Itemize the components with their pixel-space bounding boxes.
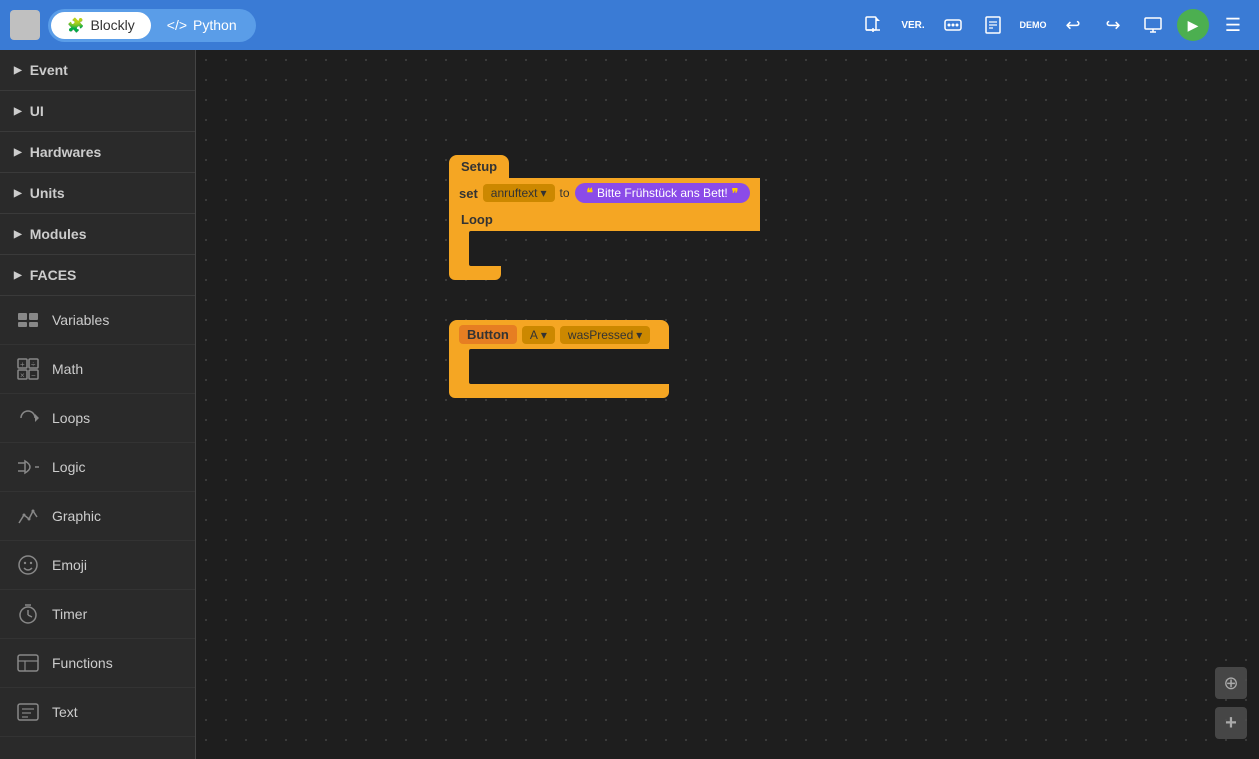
- sidebar-item-logic[interactable]: Logic: [0, 443, 195, 492]
- emoji-icon: [14, 551, 42, 579]
- mode-tabs: 🧩 Blockly </> Python: [48, 9, 256, 42]
- math-icon: + ÷ × −: [14, 355, 42, 383]
- sidebar-category-hardwares[interactable]: ▶ Hardwares: [0, 132, 195, 173]
- undo-button[interactable]: ↩: [1057, 9, 1089, 41]
- button-block[interactable]: Button A ▾ wasPressed ▾: [449, 320, 669, 398]
- sidebar-category-modules-label: Modules: [30, 226, 87, 242]
- sidebar-item-variables-label: Variables: [52, 312, 109, 328]
- main-content: ▶ Event ▶ UI ▶ Hardwares ▶ Units ▶ Modul…: [0, 50, 1259, 759]
- variables-icon: [14, 306, 42, 334]
- sidebar-item-loops-label: Loops: [52, 410, 90, 426]
- sidebar-item-text-label: Text: [52, 704, 78, 720]
- tab-blockly[interactable]: 🧩 Blockly: [51, 12, 151, 39]
- sidebar-item-timer[interactable]: Timer: [0, 590, 195, 639]
- blockly-icon: 🧩: [67, 17, 84, 34]
- ui-arrow-icon: ▶: [14, 106, 22, 117]
- svg-text:÷: ÷: [31, 360, 36, 369]
- sidebar-item-math-label: Math: [52, 361, 83, 377]
- sidebar-category-event-label: Event: [30, 62, 68, 78]
- sidebar-category-faces-label: FACES: [30, 267, 77, 283]
- string-value[interactable]: ❝ Bitte Frühstück ans Bett! ❞: [575, 183, 751, 203]
- anruftext-dropdown[interactable]: anruftext ▾: [483, 184, 555, 202]
- units-arrow-icon: ▶: [14, 188, 22, 199]
- anruftext-label: anruftext: [491, 186, 538, 200]
- sidebar: ▶ Event ▶ UI ▶ Hardwares ▶ Units ▶ Modul…: [0, 50, 196, 759]
- button-method-label: wasPressed: [568, 328, 633, 342]
- header-toolbar: VER. DEMO ↩ ↪ ▶ ☰: [857, 9, 1249, 41]
- button-dropdown-arrow: ▾: [541, 328, 547, 342]
- button-dropdown-value: A: [530, 328, 538, 342]
- sidebar-item-functions-label: Functions: [52, 655, 113, 671]
- faces-arrow-icon: ▶: [14, 270, 22, 281]
- sidebar-item-timer-label: Timer: [52, 606, 87, 622]
- button-tag: Button: [459, 325, 517, 344]
- logic-icon: [14, 453, 42, 481]
- canvas-corner-controls: ⊕ +: [1215, 667, 1247, 739]
- svg-text:+: +: [20, 360, 25, 369]
- doc-button[interactable]: [977, 9, 1009, 41]
- text-icon: [14, 698, 42, 726]
- zoom-in-button[interactable]: +: [1215, 707, 1247, 739]
- svg-text:×: ×: [20, 371, 25, 380]
- button-method-arrow: ▾: [636, 328, 642, 342]
- modules-arrow-icon: ▶: [14, 229, 22, 240]
- sidebar-category-ui[interactable]: ▶ UI: [0, 91, 195, 132]
- sidebar-item-graphic[interactable]: Graphic: [0, 492, 195, 541]
- graphic-icon: [14, 502, 42, 530]
- tab-python-label: Python: [193, 17, 237, 33]
- header: 🧩 Blockly </> Python VER. DEMO ↩ ↪: [0, 0, 1259, 50]
- redo-button[interactable]: ↪: [1097, 9, 1129, 41]
- python-icon: </>: [167, 17, 187, 33]
- sidebar-item-emoji-label: Emoji: [52, 557, 87, 573]
- sidebar-item-logic-label: Logic: [52, 459, 85, 475]
- canvas-area[interactable]: Setup set anruftext ▾ to ❝ Bitte Frühstü…: [196, 50, 1259, 759]
- to-keyword: to: [560, 186, 570, 200]
- sidebar-item-emoji[interactable]: Emoji: [0, 541, 195, 590]
- demo-label: DEMO: [1020, 20, 1047, 30]
- loops-icon: [14, 404, 42, 432]
- monitor-button[interactable]: [1137, 9, 1169, 41]
- setup-label: Setup: [461, 159, 497, 174]
- version-label: VER.: [901, 20, 924, 31]
- sidebar-category-event[interactable]: ▶ Event: [0, 50, 195, 91]
- serial-button[interactable]: [937, 9, 969, 41]
- loop-label: Loop: [461, 212, 493, 227]
- sidebar-item-text[interactable]: Text: [0, 688, 195, 737]
- compass-button[interactable]: ⊕: [1215, 667, 1247, 699]
- demo-button[interactable]: DEMO: [1017, 9, 1049, 41]
- menu-button[interactable]: ☰: [1217, 9, 1249, 41]
- svg-text:−: −: [31, 371, 36, 380]
- functions-icon: [14, 649, 42, 677]
- sidebar-category-units[interactable]: ▶ Units: [0, 173, 195, 214]
- dropdown-arrow: ▾: [541, 186, 547, 200]
- version-button[interactable]: VER.: [897, 9, 929, 41]
- sidebar-category-ui-label: UI: [30, 103, 44, 119]
- header-left: 🧩 Blockly </> Python: [10, 9, 256, 42]
- set-keyword: set: [459, 186, 478, 201]
- event-arrow-icon: ▶: [14, 65, 22, 76]
- app-logo: [10, 10, 40, 40]
- tab-blockly-label: Blockly: [90, 17, 134, 33]
- sidebar-category-modules[interactable]: ▶ Modules: [0, 214, 195, 255]
- button-a-dropdown[interactable]: A ▾: [522, 326, 555, 344]
- new-button[interactable]: [857, 9, 889, 41]
- sidebar-item-functions[interactable]: Functions: [0, 639, 195, 688]
- setup-block[interactable]: Setup set anruftext ▾ to ❝ Bitte Frühstü…: [449, 155, 760, 280]
- sidebar-category-faces[interactable]: ▶ FACES: [0, 255, 195, 296]
- sidebar-item-math[interactable]: + ÷ × − Math: [0, 345, 195, 394]
- button-method-dropdown[interactable]: wasPressed ▾: [560, 326, 650, 344]
- quote-left-icon: ❝: [587, 186, 593, 200]
- run-button[interactable]: ▶: [1177, 9, 1209, 41]
- string-text: Bitte Frühstück ans Bett!: [597, 186, 728, 200]
- quote-right-icon: ❞: [732, 186, 738, 200]
- sidebar-category-units-label: Units: [30, 185, 65, 201]
- sidebar-item-variables[interactable]: Variables: [0, 296, 195, 345]
- sidebar-item-graphic-label: Graphic: [52, 508, 101, 524]
- sidebar-category-hardwares-label: Hardwares: [30, 144, 102, 160]
- hardwares-arrow-icon: ▶: [14, 147, 22, 158]
- timer-icon: [14, 600, 42, 628]
- tab-python[interactable]: </> Python: [151, 12, 253, 39]
- sidebar-item-loops[interactable]: Loops: [0, 394, 195, 443]
